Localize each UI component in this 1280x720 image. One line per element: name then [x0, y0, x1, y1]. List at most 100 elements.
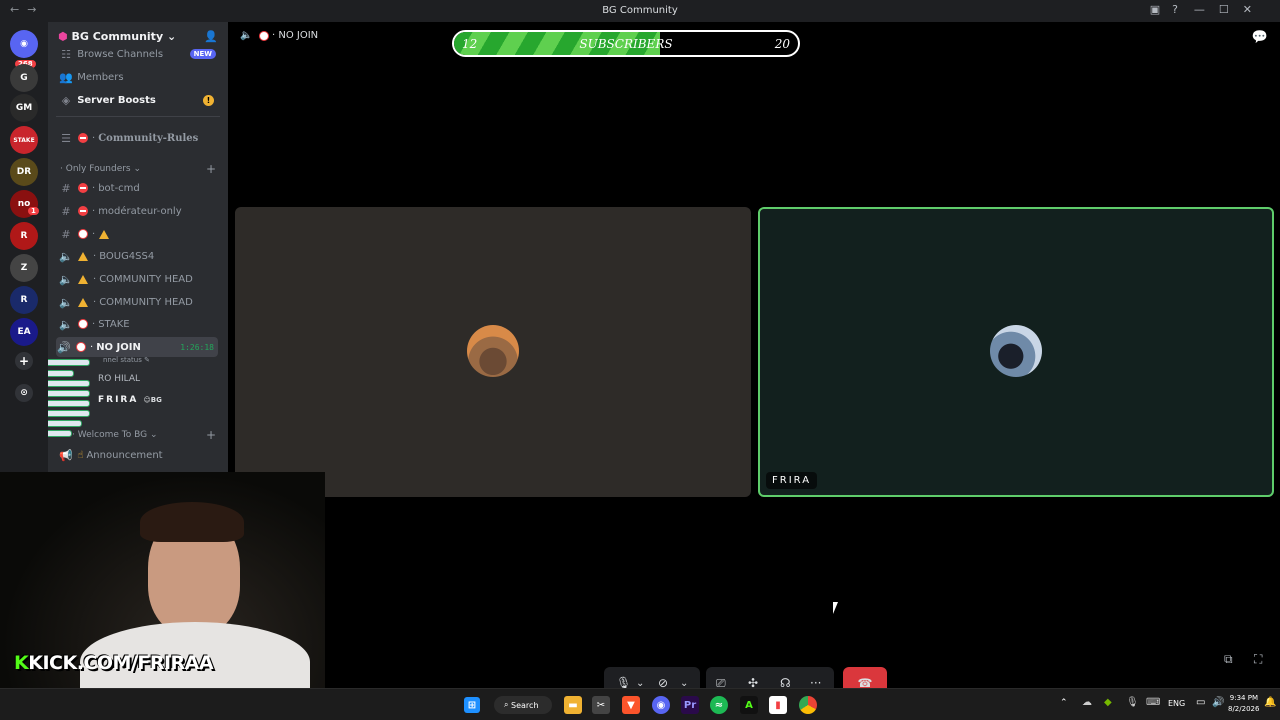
no-entry-icon — [76, 342, 86, 352]
window-controls[interactable]: —☐✕ — [1194, 3, 1266, 16]
call-header: 🔈 · NO JOIN — [240, 30, 319, 41]
kick-channel-banner: KKICK.COM/FRIRAA — [14, 652, 214, 674]
titlebar-tools[interactable]: ▣? — [1150, 3, 1190, 16]
speaker-icon: 🔈 — [59, 272, 73, 286]
server-icon-2[interactable]: GM — [10, 94, 38, 122]
discover-icon[interactable]: ⊙ — [15, 384, 33, 402]
server-icon-8[interactable]: R — [10, 286, 38, 314]
server-boosts-label: Server Boosts — [77, 94, 156, 106]
channel-moderateur-only[interactable]: # · modérateur-only — [58, 201, 226, 221]
discord-taskbar-icon[interactable]: ◉ — [652, 696, 670, 714]
window-title: BG Community — [602, 5, 678, 16]
category-welcome[interactable]: · Welcome To BG ⌄ — [72, 430, 158, 440]
taskbar-search[interactable]: ⌕ Search — [494, 696, 552, 714]
browse-icon: ☷ — [61, 47, 71, 61]
camera-options-caret[interactable]: ⌄ — [680, 678, 688, 689]
category-welcome-label: Welcome To BG — [77, 430, 148, 440]
network-icon[interactable]: ▭ — [1196, 697, 1205, 708]
search-icon: ⌕ — [504, 700, 509, 709]
rules-icon: ☰ — [61, 131, 71, 145]
app-icon[interactable]: A — [740, 696, 758, 714]
server-name: BG Community — [71, 30, 164, 43]
hashtag-icon: # — [61, 227, 71, 241]
clock-date: 8/2/2026 — [1228, 705, 1260, 713]
server-icon-9[interactable]: EA — [10, 318, 38, 346]
chrome-icon[interactable] — [799, 696, 817, 714]
popout-icon[interactable]: ⧉ — [1224, 652, 1233, 667]
minimize-button[interactable]: — — [1194, 3, 1219, 16]
volume-icon[interactable]: 🔊 — [1212, 697, 1224, 708]
status-icon — [78, 206, 88, 216]
language-indicator[interactable]: ENG — [1168, 699, 1185, 708]
tray-chevron-icon[interactable]: ⌃ — [1060, 698, 1068, 708]
speaker-icon: 🔊 — [57, 340, 71, 354]
voice-channel-stake[interactable]: 🔈 · STAKE — [58, 314, 226, 334]
channel-warning[interactable]: # · — [58, 224, 226, 244]
category-founders[interactable]: · Only Founders ⌄ — [60, 164, 141, 174]
start-windows-icon[interactable]: ⊞ — [464, 697, 480, 713]
channel-announcement[interactable]: 📢 ☝ Announcement — [58, 445, 226, 465]
speaker-icon: 🔈 — [59, 249, 73, 263]
keyboard-icon[interactable]: ⌨ — [1146, 697, 1160, 708]
server-boost-icon: ⬢ — [58, 30, 68, 43]
premiere-pro-icon[interactable]: Pr — [681, 696, 699, 714]
server-icon-7[interactable]: Z — [10, 254, 38, 282]
notification-bell-icon[interactable]: 🔔 — [1264, 697, 1276, 708]
voice-member-2[interactable]: FRIRA ☺BG — [98, 395, 162, 405]
inbox-icon[interactable]: ▣ — [1150, 3, 1172, 16]
voice-channel-no-join[interactable]: 🔊 · NO JOIN 1:26:18 — [56, 337, 218, 357]
search-label: Search — [511, 700, 539, 710]
kick-url: KICK.COM/FRIRAA — [28, 652, 214, 674]
title-bar: ←→ BG Community ▣? —☐✕ — [0, 0, 1280, 22]
file-explorer-icon[interactable]: ▬ — [564, 696, 582, 714]
close-button[interactable]: ✕ — [1243, 3, 1266, 16]
status-icon — [78, 133, 88, 143]
members-link[interactable]: 👥 Members — [58, 67, 226, 87]
set-channel-status[interactable]: nnel status ✎ — [103, 356, 150, 364]
add-channel-icon[interactable]: + — [206, 162, 216, 176]
notes-app-icon[interactable]: ▮ — [769, 696, 787, 714]
megaphone-icon: 📢 — [59, 448, 73, 462]
server-badge: 1 — [28, 207, 39, 215]
participant-avatar-2 — [990, 325, 1042, 377]
clock[interactable]: 9:34 PM 8/2/2026 — [1228, 693, 1260, 715]
voice-member-1[interactable]: RO HILAL — [98, 374, 140, 384]
brave-browser-icon[interactable]: ▼ — [622, 696, 640, 714]
server-icon-1[interactable]: G — [10, 64, 38, 92]
member-tag: ☺BG — [143, 396, 162, 404]
fullscreen-icon[interactable]: ⛶ — [1254, 652, 1262, 667]
new-badge: NEW — [189, 49, 216, 59]
channel-community-rules[interactable]: ☰ · Community-Rules — [58, 128, 226, 148]
add-channel-icon[interactable]: + — [206, 428, 216, 442]
windows-taskbar: ⊞ ⌕ Search ▬ ✂ ▼ ◉ Pr ≈ A ▮ ⌃ ☁ ◆ 🎙 ⌨ EN… — [0, 688, 1280, 720]
server-icon-4[interactable]: DR — [10, 158, 38, 186]
microphone-tray-icon[interactable]: 🎙 — [1126, 697, 1139, 708]
warning-icon — [78, 251, 88, 261]
participant-tile-1[interactable] — [235, 207, 751, 497]
voice-channel-boug4ss4[interactable]: 🔈 · BOUG4SS4 — [58, 246, 226, 266]
home-discord-icon[interactable]: ◉ — [10, 30, 38, 58]
spotify-icon[interactable]: ≈ — [710, 696, 728, 714]
streamer-hair — [140, 502, 244, 542]
voice-channel-community-head-2[interactable]: 🔈 · COMMUNITY HEAD — [58, 292, 226, 312]
browse-channels[interactable]: ☷ Browse Channels NEW — [58, 46, 226, 62]
member-name: RO HILAL — [98, 374, 141, 384]
tray-app-icon[interactable]: ☁ — [1082, 697, 1092, 708]
nvidia-icon[interactable]: ◆ — [1104, 697, 1112, 708]
server-boosts-link[interactable]: ◈ Server Boosts ! — [58, 90, 226, 110]
server-icon-3[interactable]: STAKE — [10, 126, 38, 154]
help-icon[interactable]: ? — [1172, 3, 1190, 16]
snipping-tool-icon[interactable]: ✂ — [592, 696, 610, 714]
maximize-button[interactable]: ☐ — [1219, 3, 1243, 16]
participant-tile-2[interactable]: FRIRA — [758, 207, 1274, 497]
call-channel-name: NO JOIN — [278, 30, 319, 41]
chat-bubble-icon[interactable]: 💬 — [1252, 30, 1268, 45]
add-server-icon[interactable]: + — [15, 352, 33, 370]
invite-icon[interactable]: 👤 — [204, 30, 218, 43]
server-icon-6[interactable]: R — [10, 222, 38, 250]
boost-gem-icon: ◈ — [61, 93, 71, 107]
mic-options-caret[interactable]: ⌄ — [636, 678, 644, 689]
channel-label: BOUG4SS4 — [99, 250, 155, 262]
channel-bot-cmd[interactable]: # · bot-cmd — [58, 178, 226, 198]
voice-channel-community-head-1[interactable]: 🔈 · COMMUNITY HEAD — [58, 269, 226, 289]
